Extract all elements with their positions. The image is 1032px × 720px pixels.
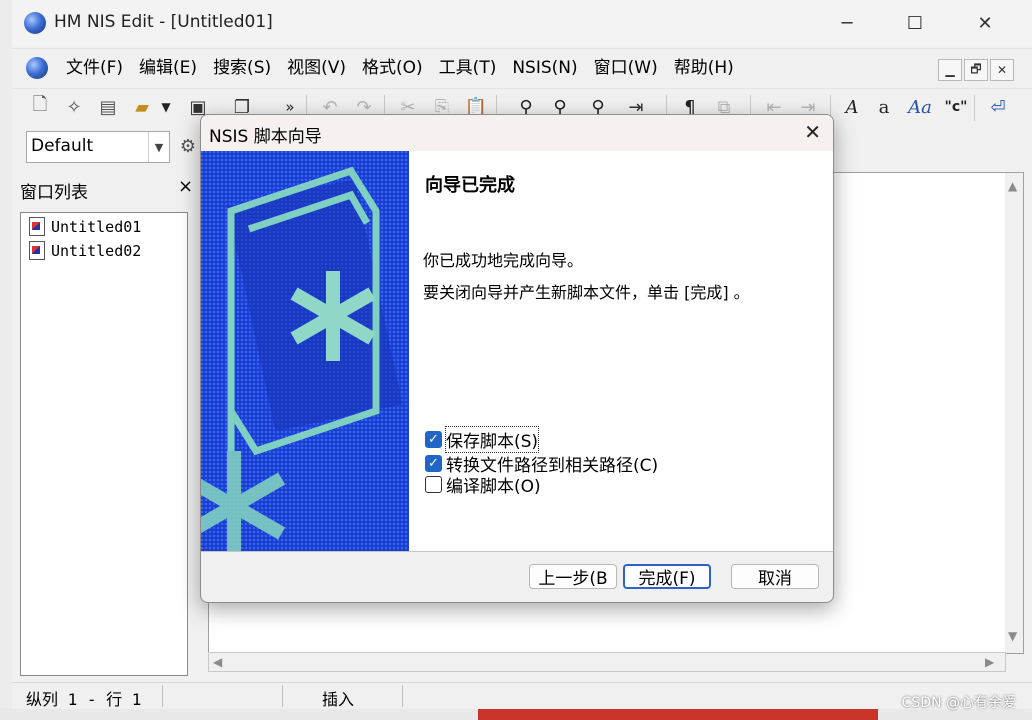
app-globe-icon: [24, 12, 46, 34]
back-button[interactable]: 上一步(B: [529, 564, 617, 589]
new-file-icon[interactable]: 🗋: [28, 94, 52, 119]
list-item-label: Untitled02: [51, 241, 142, 260]
scroll-down-icon[interactable]: ▼: [1008, 629, 1017, 643]
checkbox-checked-icon[interactable]: ✓: [425, 455, 442, 472]
window-title: HM NIS Edit - [Untitled01]: [54, 12, 273, 32]
watermark: CSDN @心有余爱: [901, 695, 1016, 711]
list-item[interactable]: Untitled02: [29, 241, 141, 260]
mdi-close-button[interactable]: ✕: [990, 59, 1014, 81]
wizard-icon[interactable]: ✧: [62, 95, 86, 119]
insert-mode: 插入: [322, 690, 355, 709]
menu-search[interactable]: 搜索(S): [205, 57, 279, 79]
minimize-button[interactable]: ─: [812, 0, 882, 46]
status-separator: [402, 685, 403, 707]
status-separator: [162, 685, 163, 707]
dialog-message-2: 要关闭向导并产生新脚本文件，单击 [完成] 。: [423, 283, 750, 302]
title-bar: HM NIS Edit - [Untitled01] ─ ☐ ✕: [12, 0, 1032, 46]
finish-button[interactable]: 完成(F): [623, 564, 711, 589]
document-globe-icon[interactable]: [26, 57, 48, 79]
vertical-scrollbar[interactable]: ▲ ▼: [1005, 173, 1023, 653]
list-item-label: Untitled01: [51, 217, 142, 236]
window-list: Untitled01 Untitled02: [20, 212, 188, 676]
wizard-side-image: [201, 151, 409, 551]
scroll-left-icon[interactable]: ◀: [213, 655, 222, 669]
dialog-title: NSIS 脚本向导: [209, 127, 322, 147]
nsis-file-icon: [29, 241, 45, 260]
compile-script-checkbox[interactable]: 编译脚本(O): [425, 472, 541, 497]
dialog-title-bar: NSIS 脚本向导 ✕: [201, 115, 833, 151]
chevron-down-icon[interactable]: ▼: [148, 132, 169, 162]
checkbox-checked-icon[interactable]: ✓: [425, 431, 442, 448]
scroll-right-icon[interactable]: ▶: [985, 655, 994, 669]
scroll-up-icon[interactable]: ▲: [1008, 179, 1017, 193]
checkbox-unchecked-icon[interactable]: [425, 476, 442, 493]
menu-items: 文件(F) 编辑(E) 搜索(S) 视图(V) 格式(O) 工具(T) NSIS…: [58, 57, 742, 79]
template-icon[interactable]: ▤: [96, 95, 120, 119]
window-list-panel: 窗口列表 × Untitled01 Untitled02: [16, 172, 198, 680]
wizard-dialog: NSIS 脚本向导 ✕ 向导已完成 你已成功地完成向导。 要关闭向导并产生新脚本…: [200, 114, 834, 603]
menu-nsis[interactable]: NSIS(N): [504, 57, 585, 79]
menu-bar: 文件(F) 编辑(E) 搜索(S) 视图(V) 格式(O) 工具(T) NSIS…: [12, 48, 1032, 87]
background-left: [0, 0, 12, 720]
nsis-file-icon: [29, 217, 45, 236]
checkbox-label: 编译脚本(O): [446, 477, 541, 497]
list-item[interactable]: Untitled01: [29, 217, 141, 236]
dialog-body: 向导已完成 你已成功地完成向导。 要关闭向导并产生新脚本文件，单击 [完成] 。…: [201, 151, 833, 551]
menu-tools[interactable]: 工具(T): [431, 57, 505, 79]
style-settings-icon[interactable]: ⚙: [176, 134, 200, 158]
maximize-button[interactable]: ☐: [880, 0, 950, 46]
lowercase-a-icon[interactable]: a: [872, 95, 896, 119]
checkbox-label: 保存脚本(S): [444, 426, 540, 453]
quote-c-icon[interactable]: "c": [944, 95, 968, 119]
insert-icon[interactable]: ⏎: [986, 95, 1010, 119]
menu-format[interactable]: 格式(O): [354, 57, 431, 79]
horizontal-scrollbar[interactable]: ◀ ▶: [208, 652, 1006, 672]
menu-edit[interactable]: 编辑(E): [131, 57, 205, 79]
menu-view[interactable]: 视图(V): [279, 57, 354, 79]
dialog-separator: [201, 551, 833, 552]
panel-close-button[interactable]: ×: [178, 176, 193, 197]
save-script-checkbox[interactable]: ✓ 保存脚本(S): [425, 426, 540, 453]
status-separator: [282, 685, 283, 707]
wizard-art-graphic: [201, 151, 409, 551]
status-bar: 纵列 1 - 行 1 插入: [12, 682, 1032, 709]
menu-window[interactable]: 窗口(W): [586, 57, 666, 79]
open-folder-icon[interactable]: ▰: [130, 95, 154, 119]
dialog-message-1: 你已成功地完成向导。: [423, 251, 584, 270]
italic-a-icon[interactable]: A: [840, 95, 864, 119]
dialog-close-button[interactable]: ✕: [804, 120, 821, 144]
cancel-button[interactable]: 取消: [731, 564, 819, 589]
open-dropdown-icon[interactable]: ▼: [154, 95, 178, 119]
panel-title: 窗口列表: [20, 183, 88, 203]
close-button[interactable]: ✕: [950, 0, 1020, 46]
case-toggle-icon[interactable]: Aa: [908, 95, 932, 119]
background-banner: [478, 708, 878, 720]
toolbar-separator: [974, 95, 975, 121]
mdi-restore-button[interactable]: 🗗: [964, 59, 988, 81]
menu-file[interactable]: 文件(F): [58, 57, 131, 79]
style-combo-value: Default: [31, 136, 94, 156]
cursor-position: 纵列 1 - 行 1: [26, 690, 142, 709]
style-combo[interactable]: Default ▼: [26, 131, 170, 163]
mdi-minimize-button[interactable]: ▁: [938, 59, 962, 81]
menu-help[interactable]: 帮助(H): [666, 57, 742, 79]
dialog-heading: 向导已完成: [425, 175, 515, 196]
